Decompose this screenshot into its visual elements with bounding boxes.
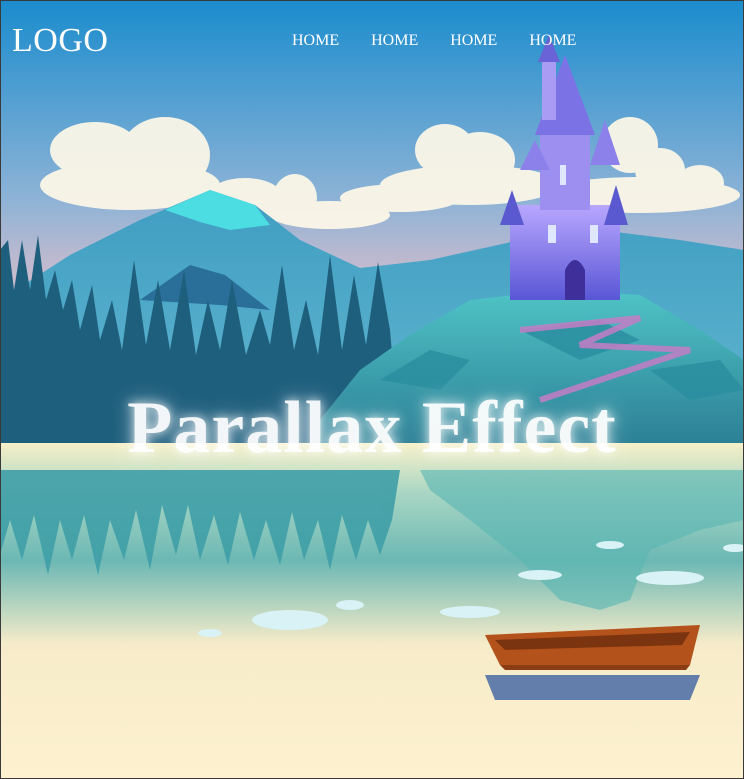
nav-link-home-4[interactable]: HOME <box>524 32 581 50</box>
nav-link-home-2[interactable]: HOME <box>366 32 423 50</box>
site-header: LOGO HOME HOME HOME HOME <box>0 0 744 84</box>
site-logo[interactable]: LOGO <box>12 22 108 60</box>
nav-link-home-3[interactable]: HOME <box>445 32 502 50</box>
nav-link-home-1[interactable]: HOME <box>287 32 344 50</box>
rowing-boat <box>485 625 700 700</box>
hero-title: Parallax Effect <box>127 387 617 469</box>
main-navigation: HOME HOME HOME HOME <box>287 32 581 50</box>
